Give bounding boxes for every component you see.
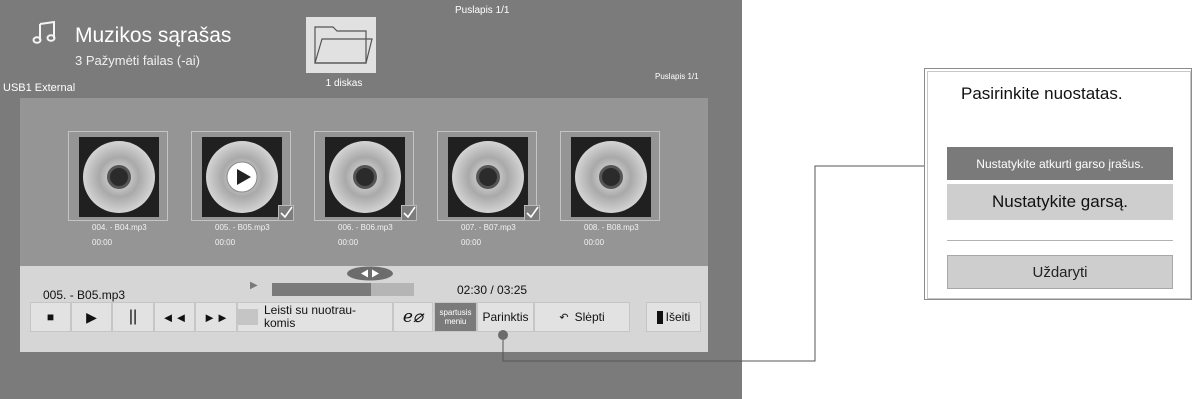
back-arrow-icon: ↶ <box>559 311 569 324</box>
disc-icon <box>79 137 159 217</box>
media-screen: Muzikos sąrašas 3 Pažymėti failas (-ai) … <box>0 0 742 399</box>
pause-button[interactable]: || <box>112 302 154 332</box>
folder-icon <box>314 26 373 64</box>
page-indicator-top: Puslapis 1/1 <box>455 5 510 16</box>
page-title: Muzikos sąrašas <box>75 24 232 47</box>
hide-label: Slėpti <box>574 310 605 324</box>
panel-title: Pasirinkite nuostatas. <box>961 84 1123 103</box>
close-button[interactable]: Uždaryti <box>947 255 1173 289</box>
playing-indicator-icon: ▶ <box>250 280 258 291</box>
disc-icon <box>202 137 282 217</box>
playback-time: 02:30 / 03:25 <box>457 283 528 297</box>
hide-button[interactable]: ↶ Slėpti <box>534 302 630 332</box>
checkbox-checked-icon[interactable] <box>401 205 417 221</box>
device-label: USB1 External <box>3 82 76 94</box>
page-indicator: Puslapis 1/1 <box>655 72 699 81</box>
track-time: 00:00 <box>215 238 236 247</box>
energy-icon-slash: ⌀ <box>412 307 424 327</box>
play-with-photos-label: Leisti su nuotrau- komis <box>264 303 357 330</box>
track-time: 00:00 <box>338 238 359 247</box>
track-name: 005. - B05.mp3 <box>215 223 270 232</box>
track-tile[interactable]: 004. - B04.mp3 00:00 <box>68 131 168 247</box>
photo-icon <box>238 309 258 325</box>
track-time: 00:00 <box>584 238 605 247</box>
exit-button[interactable]: Išeiti <box>646 302 701 332</box>
stop-button[interactable]: ■ <box>30 302 71 332</box>
track-grid: 004. - B04.mp3 00:00 005. - B05.mp3 00:0… <box>20 98 708 352</box>
track-time: 00:00 <box>461 238 482 247</box>
checkbox-checked-icon[interactable] <box>278 205 294 221</box>
exit-icon <box>656 310 663 324</box>
rewind-button[interactable]: ◄◄ <box>154 302 195 332</box>
option-button[interactable]: Parinktis <box>477 302 534 332</box>
track-tile[interactable]: 007. - B07.mp3 00:00 <box>437 131 540 247</box>
selected-count: 3 Pažymėti failas (-ai) <box>75 53 200 68</box>
folder-button[interactable] <box>306 17 376 73</box>
progress-fill <box>272 283 372 296</box>
energy-icon: e <box>402 307 413 327</box>
now-playing-title: 005. - B05.mp3 <box>43 288 126 302</box>
track-name: 006. - B06.mp3 <box>338 223 393 232</box>
quick-menu-button[interactable]: spartusis meniu <box>434 302 477 332</box>
track-tile[interactable]: 006. - B06.mp3 00:00 <box>314 131 417 247</box>
track-name: 008. - B08.mp3 <box>584 223 639 232</box>
folder-label: 1 diskas <box>325 78 363 89</box>
energy-saving-button[interactable]: e ⌀ <box>393 302 433 332</box>
track-tile[interactable]: 008. - B08.mp3 00:00 <box>560 131 660 247</box>
seek-arrows-icon[interactable] <box>346 266 394 281</box>
track-name: 007. - B07.mp3 <box>461 223 516 232</box>
fast-forward-button[interactable]: ►► <box>195 302 237 332</box>
progress-bar[interactable] <box>272 283 414 296</box>
disc-icon <box>571 137 651 217</box>
player-control-bar: 005. - B05.mp3 ▶ 02:30 / 03:25 ■ ▶ || ◄◄… <box>20 266 708 352</box>
track-time: 00:00 <box>92 238 113 247</box>
track-tile[interactable]: 005. - B05.mp3 00:00 <box>191 131 294 247</box>
options-panel: Pasirinkite nuostatas. Nustatykite atkur… <box>924 68 1192 300</box>
track-name: 004. - B04.mp3 <box>92 223 147 232</box>
callout-dot <box>498 330 508 340</box>
set-sound-option[interactable]: Nustatykite garsą. <box>947 184 1173 220</box>
play-button[interactable]: ▶ <box>71 302 112 332</box>
divider <box>947 240 1173 241</box>
set-audio-playback-option[interactable]: Nustatykite atkurti garso įrašus. <box>947 147 1173 180</box>
exit-label: Išeiti <box>665 310 691 324</box>
music-note-icon <box>32 20 56 44</box>
checkbox-checked-icon[interactable] <box>524 205 540 221</box>
disc-icon <box>448 137 528 217</box>
disc-icon <box>325 137 405 217</box>
play-with-photos-button[interactable]: Leisti su nuotrau- komis <box>237 302 393 332</box>
